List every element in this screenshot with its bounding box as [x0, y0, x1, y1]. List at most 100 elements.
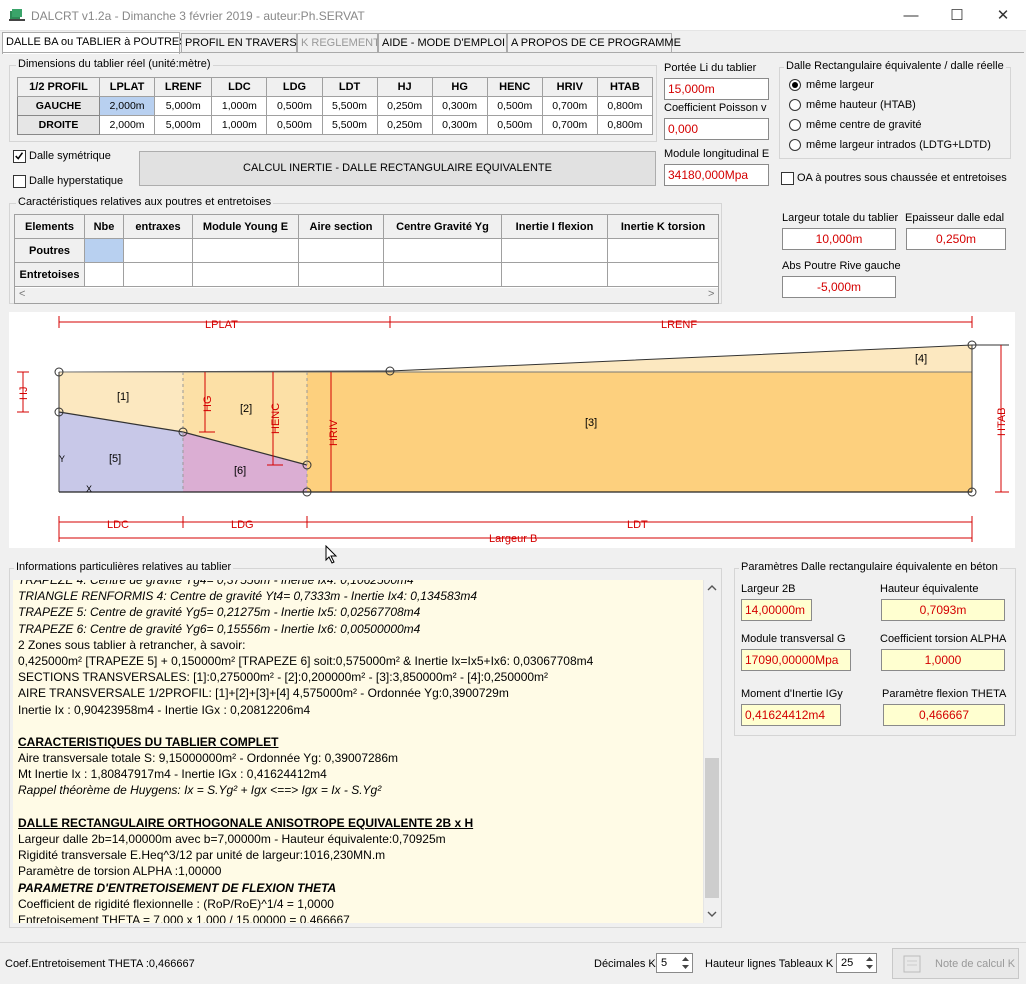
dim-largeur-b: Largeur B	[489, 533, 537, 545]
dim-hg: HG	[202, 396, 214, 413]
alpha-value[interactable]: 1,0000	[881, 649, 1005, 671]
hyperstatique-checkbox[interactable]	[13, 175, 26, 188]
row-header-poutres: Poutres	[14, 238, 85, 263]
col-header: HENC	[486, 77, 543, 97]
cell[interactable]: 2,000m	[98, 115, 156, 135]
epaisseur-label: Epaisseur dalle edal	[905, 212, 1005, 224]
cell[interactable]: 5,000m	[154, 115, 213, 135]
tab-a-propos[interactable]: A PROPOS DE CE PROGRAMME	[507, 33, 681, 53]
zone-label-1: [1]	[117, 391, 129, 403]
cell[interactable]: 0,500m	[266, 115, 323, 135]
maximize-button[interactable]: ☐	[934, 0, 980, 31]
hauteur-spinner[interactable]: 25	[836, 953, 877, 973]
poisson-input[interactable]: 0,000	[664, 118, 769, 140]
oa-checkbox[interactable]	[781, 172, 794, 185]
cell[interactable]: 0,800m	[596, 115, 654, 135]
note-calcul-button[interactable]: Note de calcul K	[892, 948, 1019, 979]
spinner-arrows-icon[interactable]	[864, 955, 875, 971]
close-button[interactable]: ✕	[980, 0, 1026, 31]
tab-aide[interactable]: AIDE - MODE D'EMPLOI	[378, 33, 507, 53]
cell[interactable]: 1,000m	[211, 115, 268, 135]
cell[interactable]	[383, 238, 502, 263]
info-line: Coefficient de rigidité flexionnelle : (…	[18, 896, 334, 911]
cell[interactable]: 0,700m	[541, 96, 598, 116]
scroll-left-icon[interactable]: <	[19, 288, 25, 300]
cell[interactable]: 0,500m	[486, 96, 543, 116]
hauteur-eq-value[interactable]: 0,7093m	[881, 599, 1005, 621]
calcul-inertie-button[interactable]: CALCUL INERTIE - DALLE RECTANGULAIRE EQU…	[139, 151, 656, 186]
cell[interactable]	[607, 262, 719, 287]
cell[interactable]: 0,500m	[266, 96, 323, 116]
scroll-thumb[interactable]	[705, 758, 719, 898]
cell[interactable]: 0,700m	[541, 115, 598, 135]
cell[interactable]	[123, 262, 193, 287]
epaisseur-input[interactable]: 0,250m	[906, 228, 1006, 250]
col-header: entraxes	[123, 214, 193, 239]
col-header: HRIV	[541, 77, 598, 97]
info-vscroll[interactable]	[703, 580, 719, 923]
module-long-input[interactable]: 34180,000Mpa	[664, 164, 769, 186]
cell[interactable]	[607, 238, 719, 263]
portee-input[interactable]: 15,000m	[664, 78, 769, 100]
cell[interactable]	[84, 262, 124, 287]
info-line: Rigidité transversale E.Heq^3/12 par uni…	[18, 848, 386, 863]
cell[interactable]	[192, 238, 299, 263]
info-line: SECTIONS TRANSVERSALES: [1]:0,275000m² -…	[18, 670, 549, 685]
section-svg: LPLAT LRENF LDC LDG LDT Largeur B HJ HG …	[17, 316, 1009, 545]
abs-poutre-input[interactable]: -5,000m	[782, 276, 896, 298]
dim-hj: HJ	[18, 387, 30, 400]
radio-label: même largeur intrados (LDTG+LDTD)	[806, 139, 991, 151]
tab-dalle[interactable]: DALLE BA ou TABLIER à POUTRES	[2, 32, 187, 54]
module-tr-value[interactable]: 17090,00000Mpa	[741, 649, 851, 671]
theta-value[interactable]: 0,466667	[883, 704, 1005, 726]
radio-meme-centre[interactable]	[789, 119, 801, 131]
poutres-hscroll[interactable]: < >	[15, 288, 718, 303]
radio-meme-hauteur[interactable]	[789, 99, 801, 111]
tab-profil[interactable]: PROFIL EN TRAVERS	[181, 33, 297, 53]
cell[interactable]: 2,000m	[98, 96, 156, 116]
hauteur-value: 25	[841, 957, 854, 969]
cell[interactable]: 0,250m	[376, 96, 433, 116]
cell[interactable]	[192, 262, 299, 287]
radio-meme-intrados[interactable]	[789, 139, 801, 151]
status-divider	[0, 942, 1026, 943]
cell[interactable]	[501, 262, 608, 287]
cell[interactable]: 5,500m	[321, 115, 378, 135]
cell[interactable]: 5,000m	[154, 96, 213, 116]
cell[interactable]	[123, 238, 193, 263]
cell[interactable]	[84, 238, 124, 263]
cell[interactable]: 5,500m	[321, 96, 378, 116]
cell[interactable]: 0,300m	[431, 96, 488, 116]
symetrique-checkbox[interactable]	[13, 150, 26, 163]
col-header: 1/2 PROFIL	[17, 77, 100, 97]
cell[interactable]	[298, 262, 384, 287]
cell[interactable]	[298, 238, 384, 263]
info-textarea[interactable]: TRAPEZE 4: Centre de gravité Yg4= 0,3755…	[13, 580, 703, 923]
scroll-up-icon[interactable]	[707, 584, 717, 592]
minimize-button[interactable]: —	[888, 0, 934, 31]
cell[interactable]: 0,300m	[431, 115, 488, 135]
radio-meme-largeur[interactable]	[789, 79, 801, 91]
largeur-2b-value[interactable]: 14,00000m	[741, 599, 812, 621]
theta-label: Paramètre flexion THETA	[882, 688, 1007, 700]
zone-label-2: [2]	[240, 403, 252, 415]
dim-ldt: LDT	[627, 519, 648, 531]
hauteur-lignes-label: Hauteur lignes Tableaux K	[705, 958, 834, 970]
scroll-right-icon[interactable]: >	[708, 288, 714, 300]
zone-3	[307, 372, 972, 492]
cell[interactable]: 0,500m	[486, 115, 543, 135]
cell[interactable]	[383, 262, 502, 287]
largeur-totale-input[interactable]: 10,000m	[782, 228, 896, 250]
alpha-label: Coefficient torsion ALPHA	[880, 633, 1007, 645]
moment-value[interactable]: 0,41624412m4	[741, 704, 841, 726]
dim-hriv: HRIV	[328, 419, 340, 446]
scroll-down-icon[interactable]	[707, 910, 717, 918]
spinner-arrows-icon[interactable]	[680, 955, 691, 971]
decimales-spinner[interactable]: 5	[656, 953, 693, 973]
tab-k-reglement[interactable]: K REGLEMENT	[297, 33, 380, 53]
cell[interactable]: 0,250m	[376, 115, 433, 135]
cell[interactable]: 1,000m	[211, 96, 268, 116]
cell[interactable]	[501, 238, 608, 263]
note-calcul-label: Note de calcul K	[935, 958, 1016, 970]
cell[interactable]: 0,800m	[596, 96, 654, 116]
